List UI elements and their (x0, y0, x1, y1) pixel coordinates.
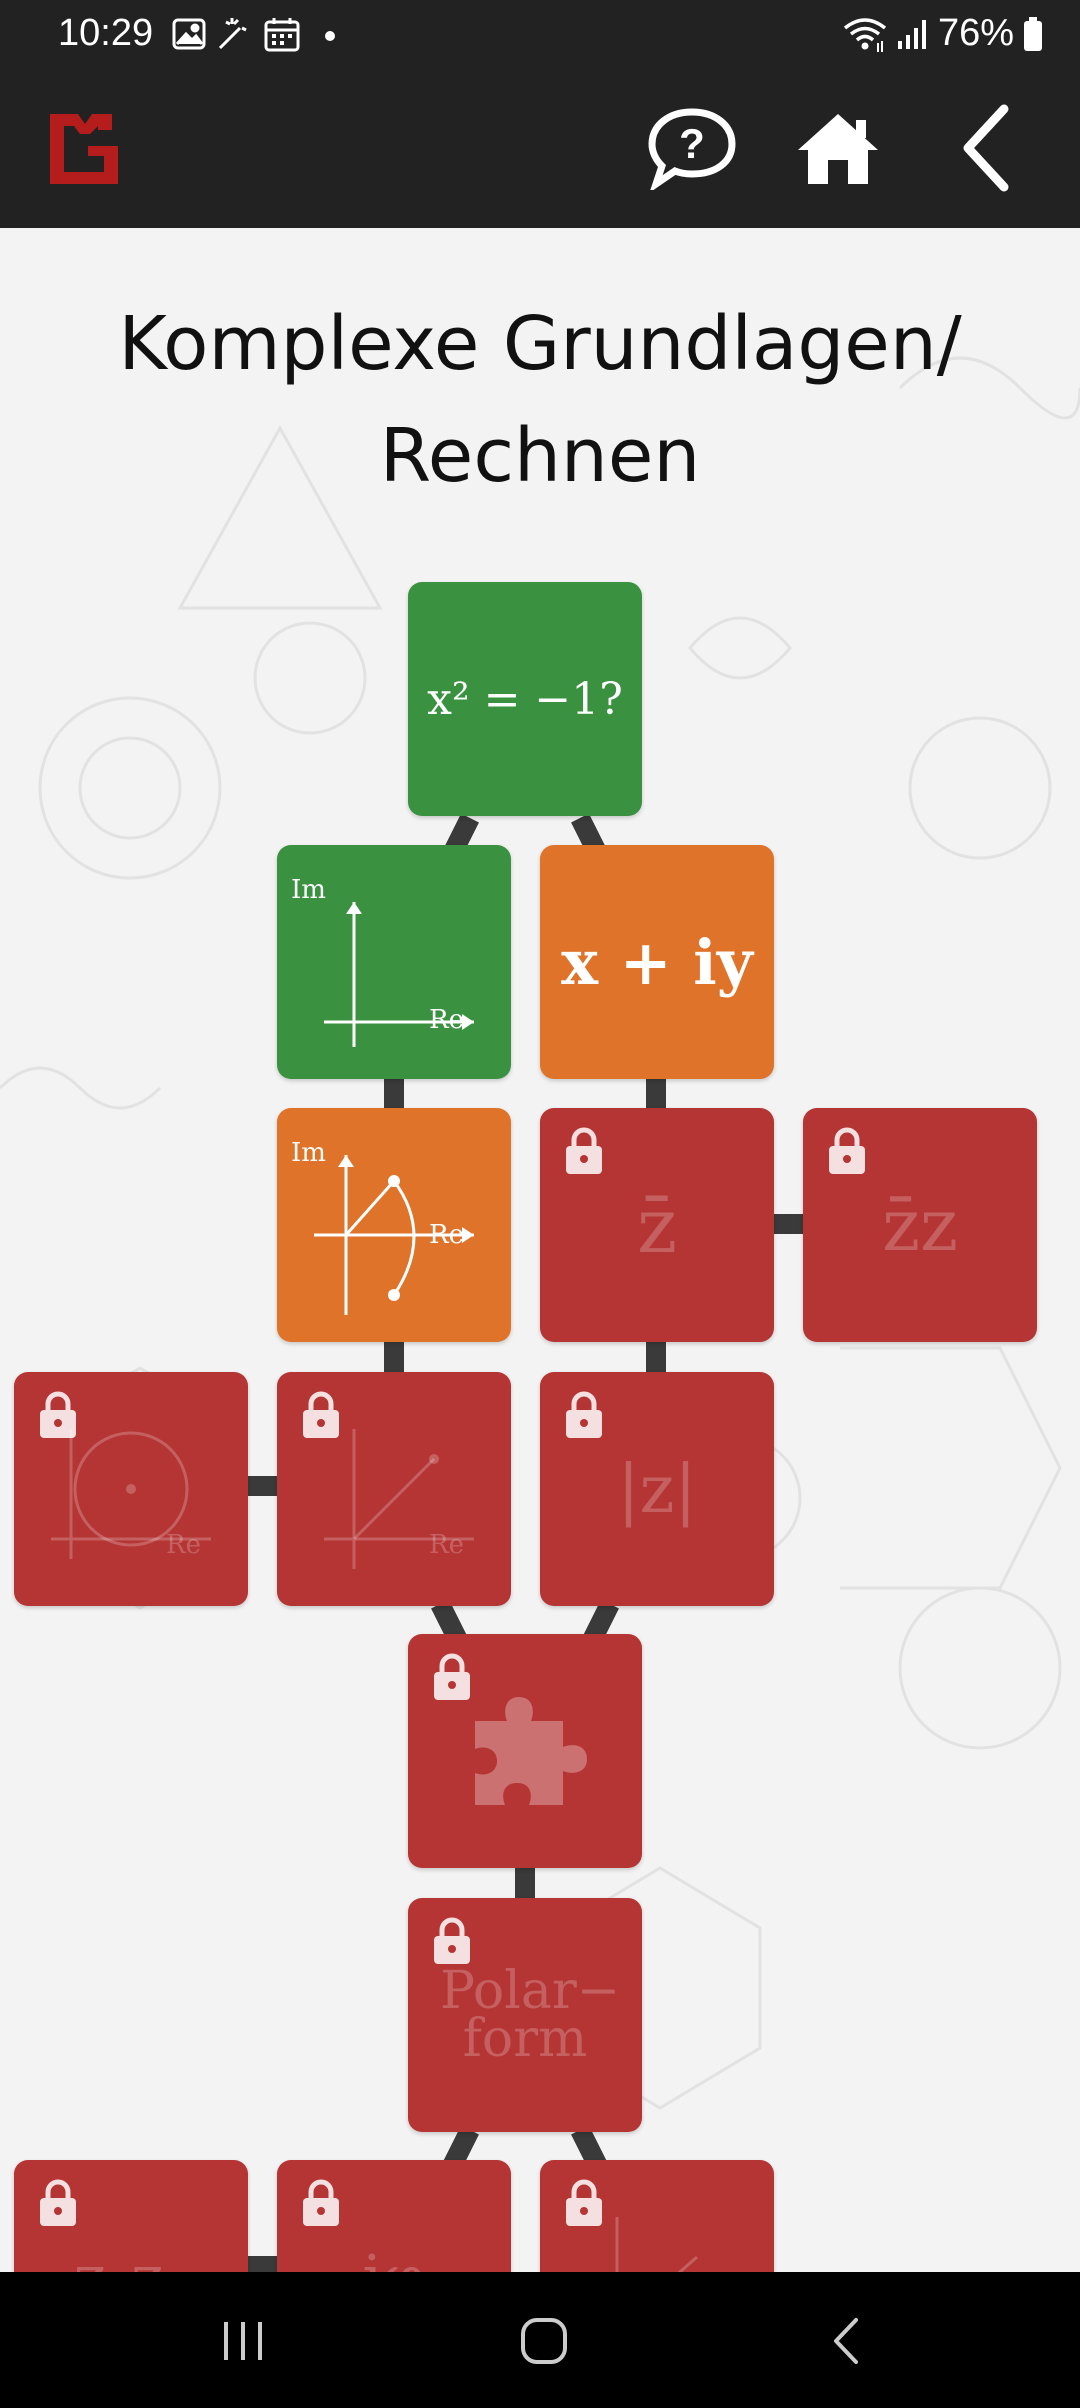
tile-label: Re (429, 1530, 464, 1560)
tile-label: Polar− form (440, 1961, 621, 2069)
system-nav-bar (0, 2272, 1080, 2408)
calendar-icon (264, 18, 300, 52)
back-nav-button[interactable] (786, 2296, 906, 2386)
lock-icon (566, 1391, 602, 1438)
lock-icon (566, 1127, 602, 1174)
axis-im-label: Im (291, 1138, 326, 1168)
tile-label: x + iy (561, 925, 753, 999)
tile-vector[interactable]: Re (277, 1372, 511, 1606)
tile-label: z̄z (882, 1183, 958, 1267)
tile-label: z̄ (636, 1180, 678, 1270)
tile-x-plus-iy[interactable]: x + iy (540, 845, 774, 1079)
svg-text:?: ? (679, 120, 705, 167)
tile-conjugate-product[interactable]: z̄z (803, 1108, 1037, 1342)
wifi-icon (843, 17, 887, 52)
status-time: 10:29 (58, 12, 154, 54)
home-icon (798, 114, 878, 184)
signal-icon (897, 19, 926, 49)
axis-im-label: Im (291, 875, 326, 905)
magic-icon (218, 18, 247, 50)
tile-exponential[interactable]: iφ (277, 2160, 511, 2272)
status-left-icons (172, 18, 335, 52)
tile-product[interactable]: z₁z₂ (14, 2160, 248, 2272)
tile-label: Im Re (277, 845, 278, 846)
lock-icon (566, 2179, 602, 2226)
axis-re-label: Re (429, 1005, 464, 1035)
lock-icon (40, 2179, 76, 2226)
tile-label: Re (166, 1530, 201, 1560)
tile-absolute-value[interactable]: |z| (540, 1372, 774, 1606)
tile-conjugate[interactable]: z̄ (540, 1108, 774, 1342)
tile-polar-form[interactable]: Polar− form (408, 1898, 642, 2132)
skill-tree-content: Komplexe Grundlagen/ Rechnen x² = −1? Im… (0, 228, 1080, 2272)
recent-apps-button[interactable] (183, 2296, 303, 2386)
battery-percent: 76% (937, 12, 1014, 54)
tile-puzzle[interactable] (408, 1634, 642, 1868)
gallery-icon (172, 18, 206, 50)
status-right-icons: 76% (842, 12, 1044, 55)
tile-label: x² = −1? (427, 673, 623, 725)
app-logo[interactable] (40, 100, 130, 198)
recent-apps-icon (224, 2322, 262, 2360)
axis-re-label: Re (429, 1220, 464, 1250)
tile-label (540, 2160, 541, 2161)
lock-icon (829, 1127, 865, 1174)
tile-label (408, 1634, 409, 1635)
battery-icon (1024, 16, 1042, 51)
tile-label: iφ (362, 2241, 425, 2273)
help-button[interactable]: ? (642, 98, 742, 198)
puzzle-piece-icon (475, 1697, 587, 1805)
tile-unit-circle[interactable]: Re (14, 1372, 248, 1606)
back-icon (963, 104, 1009, 192)
home-button[interactable] (788, 98, 888, 198)
tile-label: |z| (617, 1450, 697, 1528)
back-nav-icon (834, 2318, 858, 2364)
help-icon: ? (648, 108, 736, 190)
lock-icon (303, 2179, 339, 2226)
tile-x-squared[interactable]: x² = −1? (408, 582, 642, 816)
status-bar: 10:29 76% (0, 0, 1080, 70)
tile-label: Im Re (277, 1108, 278, 1109)
home-nav-icon (521, 2318, 567, 2364)
home-nav-button[interactable] (484, 2296, 604, 2386)
dot-icon (325, 31, 335, 41)
tile-label: z₁z₂ (73, 2241, 188, 2273)
tile-rotation[interactable]: Im Re Im Re (277, 1108, 511, 1342)
lock-icon (434, 1917, 470, 1964)
tile-complex-plane[interactable]: Im Re Im Re (277, 845, 511, 1079)
lock-icon (434, 1653, 470, 1700)
back-button[interactable] (936, 98, 1036, 198)
lock-icon (40, 1391, 76, 1438)
tile-angle[interactable] (540, 2160, 774, 2272)
app-bar: ? (0, 70, 1080, 228)
lock-icon (303, 1391, 339, 1438)
